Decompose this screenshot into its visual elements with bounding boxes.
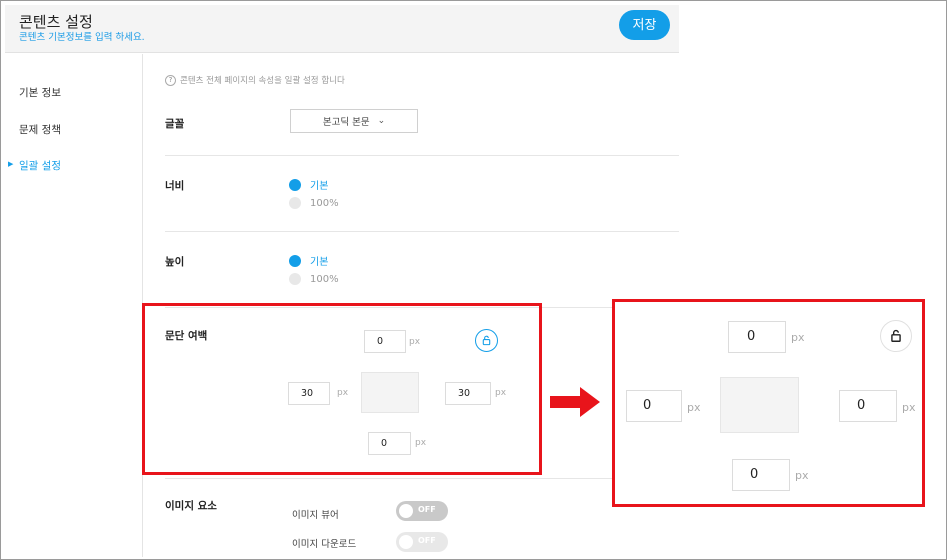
hint-text: ? 콘텐츠 전체 페이지의 속성을 일괄 설정 합니다 bbox=[165, 74, 345, 86]
height-option-full[interactable]: 100% bbox=[289, 273, 339, 285]
zoom-margin-top-input[interactable]: 0 bbox=[728, 321, 786, 353]
zoom-margin-top-unit: px bbox=[791, 331, 805, 344]
height-label: 높이 bbox=[165, 256, 185, 268]
active-indicator-icon: ▶ bbox=[8, 160, 14, 168]
radio-selected-icon bbox=[289, 254, 301, 267]
zoom-margin-right-input[interactable]: 0 bbox=[839, 390, 897, 422]
sidebar-item-question-policy[interactable]: 문제 정책 bbox=[19, 122, 61, 137]
radio-selected-icon bbox=[289, 178, 301, 191]
width-label: 너비 bbox=[165, 180, 185, 192]
highlight-box bbox=[142, 303, 542, 475]
arrow-right-icon bbox=[550, 387, 600, 417]
image-download-toggle[interactable]: OFF bbox=[396, 532, 448, 552]
radio-unselected-icon bbox=[289, 273, 301, 285]
divider bbox=[165, 231, 679, 232]
width-option-default[interactable]: 기본 bbox=[289, 177, 328, 192]
radio-unselected-icon bbox=[289, 197, 301, 209]
font-select[interactable]: 본고딕 본문 ⌄ bbox=[290, 109, 418, 133]
sidebar-item-bulk-settings[interactable]: 일괄 설정 bbox=[19, 158, 61, 173]
image-viewer-toggle[interactable]: OFF bbox=[396, 501, 448, 521]
zoom-margin-left-input[interactable]: 0 bbox=[626, 390, 682, 422]
zoom-margin-right-unit: px bbox=[902, 401, 916, 414]
font-select-value: 본고딕 본문 bbox=[322, 117, 370, 128]
hint-label: 콘텐츠 전체 페이지의 속성을 일괄 설정 합니다 bbox=[180, 76, 345, 86]
image-element-label: 이미지 요소 bbox=[165, 500, 217, 512]
width-option-full[interactable]: 100% bbox=[289, 197, 339, 209]
font-label: 글꼴 bbox=[165, 118, 185, 130]
toggle-knob bbox=[399, 535, 413, 549]
height-option-default[interactable]: 기본 bbox=[289, 253, 328, 268]
zoom-margin-preview-box bbox=[720, 377, 799, 433]
zoom-margin-left-unit: px bbox=[687, 401, 701, 414]
chevron-down-icon: ⌄ bbox=[377, 116, 386, 126]
unlock-icon[interactable] bbox=[880, 320, 912, 352]
image-download-label: 이미지 다운로드 bbox=[292, 539, 357, 550]
zoomed-margin-panel: 0 px 0 px 0 px 0 px bbox=[612, 299, 925, 507]
divider bbox=[165, 478, 679, 479]
zoom-margin-bottom-input[interactable]: 0 bbox=[732, 459, 790, 491]
screenshot-frame: 콘텐츠 설정 콘텐츠 기본정보를 입력 하세요. 저장 기본 정보 문제 정책 … bbox=[0, 0, 947, 560]
header: 콘텐츠 설정 콘텐츠 기본정보를 입력 하세요. 저장 bbox=[5, 5, 679, 53]
zoom-margin-bottom-unit: px bbox=[795, 469, 809, 482]
divider bbox=[165, 155, 679, 156]
sidebar: 기본 정보 문제 정책 ▶ 일괄 설정 bbox=[5, 54, 143, 557]
toggle-knob bbox=[399, 504, 413, 518]
image-viewer-label: 이미지 뷰어 bbox=[292, 510, 339, 521]
help-icon: ? bbox=[165, 74, 176, 86]
sidebar-item-basic-info[interactable]: 기본 정보 bbox=[19, 85, 61, 100]
save-button[interactable]: 저장 bbox=[619, 10, 670, 40]
page-subtitle: 콘텐츠 기본정보를 입력 하세요. bbox=[19, 32, 145, 43]
